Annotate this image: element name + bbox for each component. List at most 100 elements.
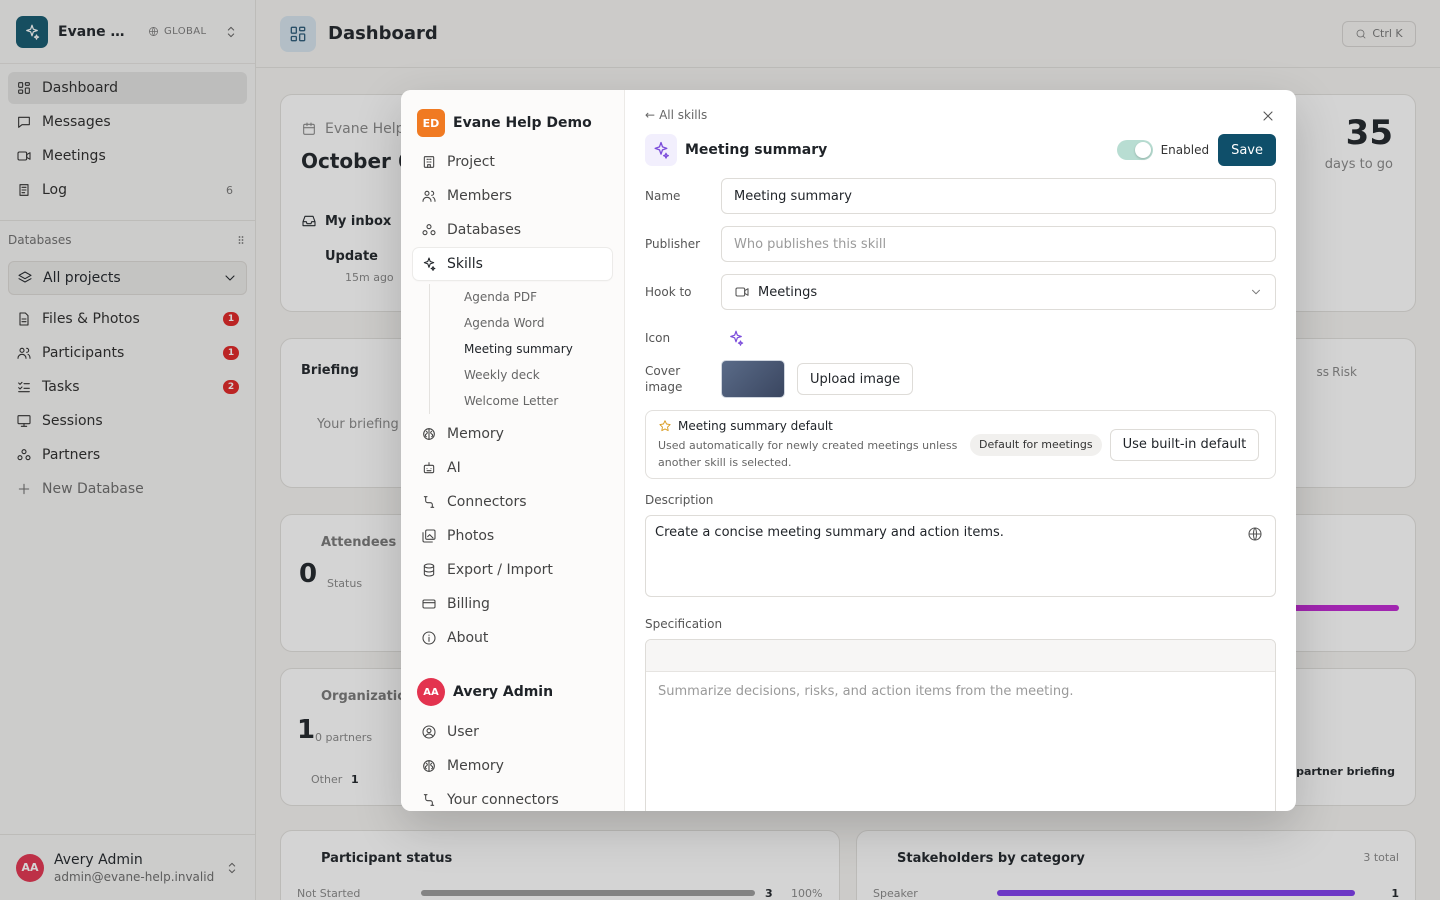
workspace-avatar: ED — [417, 109, 445, 137]
skill-item-weekly-deck[interactable]: Weekly deck — [464, 362, 612, 388]
settings-modal: ED Evane Help Demo Project Members Datab… — [401, 90, 1296, 811]
connector-icon — [423, 496, 435, 508]
use-builtin-default-button[interactable]: Use built-in default — [1109, 428, 1260, 461]
card-icon — [422, 599, 436, 609]
sparkles-icon[interactable] — [727, 329, 745, 347]
toggle-knob — [1134, 142, 1151, 158]
settings-item-memory[interactable]: Memory — [413, 418, 612, 450]
settings-item-label: User — [447, 724, 479, 740]
settings-item-export-import[interactable]: Export / Import — [413, 554, 612, 586]
publisher-row: Publisher — [645, 226, 1276, 262]
settings-user-name: Avery Admin — [453, 684, 554, 700]
default-info: Meeting summary default Used automatical… — [658, 419, 958, 471]
skill-item-meeting-summary[interactable]: Meeting summary — [464, 336, 612, 362]
globe-icon[interactable] — [1247, 526, 1263, 542]
databases-icon — [422, 224, 436, 236]
upload-image-button[interactable]: Upload image — [797, 363, 914, 395]
settings-item-label: Memory — [447, 758, 504, 774]
publisher-label: Publisher — [645, 237, 701, 251]
description-value: Create a concise meeting summary and act… — [655, 525, 1004, 540]
icon-row: Icon — [645, 322, 1276, 354]
skill-icon — [645, 134, 677, 166]
chevron-down-icon — [1252, 289, 1260, 295]
sparkles-icon — [423, 257, 436, 271]
settings-workspace-name: Evane Help Demo — [453, 115, 592, 131]
name-field-wrapper — [721, 178, 1276, 214]
settings-item-photos[interactable]: Photos — [413, 520, 612, 552]
settings-item-skills[interactable]: Skills — [413, 248, 612, 280]
skill-editor: ← All skills Meeting summary Enabled Sav… — [625, 90, 1296, 811]
skills-list: Agenda PDF Agenda Word Meeting summary W… — [429, 284, 612, 414]
settings-item-user[interactable]: User — [413, 716, 612, 748]
hook-value: Meetings — [758, 284, 818, 300]
specification-label: Specification — [645, 617, 723, 631]
default-title: Meeting summary default — [658, 419, 958, 433]
settings-item-label: Your connectors — [447, 792, 559, 808]
icon-label: Icon — [645, 331, 671, 345]
settings-item-user-memory[interactable]: Memory — [413, 750, 612, 782]
bot-icon — [423, 462, 435, 474]
database-icon — [423, 563, 435, 577]
specification-editor[interactable]: Summarize decisions, risks, and action i… — [645, 639, 1276, 811]
avatar: AA — [417, 678, 445, 706]
hook-row: Hook to Meetings — [645, 274, 1276, 310]
settings-item-label: Project — [447, 154, 495, 170]
sparkles-icon — [654, 141, 669, 159]
settings-item-label: About — [447, 630, 489, 646]
name-input[interactable] — [734, 188, 1263, 204]
settings-user: AA Avery Admin — [413, 676, 612, 708]
settings-item-your-connectors[interactable]: Your connectors — [413, 784, 612, 811]
skill-item-welcome-letter[interactable]: Welcome Letter — [464, 388, 612, 414]
default-title-text: Meeting summary default — [678, 418, 833, 433]
building-icon — [423, 156, 435, 168]
settings-item-ai[interactable]: AI — [413, 452, 612, 484]
settings-item-project[interactable]: Project — [413, 146, 612, 178]
settings-item-label: Billing — [447, 596, 490, 612]
close-icon[interactable] — [1260, 108, 1276, 124]
cover-label: Cover image — [645, 364, 683, 394]
skill-title: Meeting summary — [685, 142, 828, 158]
specification-placeholder: Summarize decisions, risks, and action i… — [658, 684, 1074, 699]
brain-icon — [423, 428, 435, 440]
users-icon — [422, 190, 436, 202]
skill-item-agenda-word[interactable]: Agenda Word — [464, 310, 612, 336]
save-button[interactable]: Save — [1218, 134, 1276, 166]
enabled-toggle[interactable] — [1116, 140, 1153, 160]
brain-icon — [423, 760, 435, 772]
settings-item-connectors[interactable]: Connectors — [413, 486, 612, 518]
default-chip: Default for meetings — [970, 433, 1102, 456]
default-skill-box: Meeting summary default Used automatical… — [645, 410, 1276, 479]
publisher-input[interactable] — [734, 236, 1263, 252]
skill-header: Meeting summary Enabled Save — [645, 134, 1276, 166]
settings-item-databases[interactable]: Databases — [413, 214, 612, 246]
back-label: All skills — [659, 108, 708, 122]
publisher-field-wrapper — [721, 226, 1276, 262]
specification-toolbar — [646, 640, 1275, 672]
description-label: Description — [645, 493, 714, 507]
skill-item-agenda-pdf[interactable]: Agenda PDF — [464, 284, 612, 310]
description-textarea[interactable]: Create a concise meeting summary and act… — [645, 515, 1276, 597]
name-label: Name — [645, 189, 681, 203]
hook-label: Hook to — [645, 285, 692, 299]
video-icon — [735, 287, 749, 297]
settings-item-billing[interactable]: Billing — [413, 588, 612, 620]
settings-item-label: Connectors — [447, 494, 527, 510]
settings-item-label: AI — [447, 460, 461, 476]
info-icon — [422, 631, 436, 645]
settings-item-members[interactable]: Members — [413, 180, 612, 212]
cover-image-preview[interactable] — [721, 360, 785, 398]
hook-select[interactable]: Meetings — [721, 274, 1276, 310]
name-row: Name — [645, 178, 1276, 214]
back-to-skills-link[interactable]: ← All skills — [645, 108, 1276, 122]
settings-item-label: Members — [447, 188, 512, 204]
settings-sidebar: ED Evane Help Demo Project Members Datab… — [401, 90, 625, 811]
settings-item-label: Databases — [447, 222, 522, 238]
photos-icon — [422, 529, 436, 543]
cover-row: Cover image Upload image — [645, 360, 1276, 398]
connector-icon — [423, 794, 435, 806]
settings-item-label: Skills — [447, 256, 483, 272]
enabled-label: Enabled — [1160, 143, 1210, 157]
settings-item-about[interactable]: About — [413, 622, 612, 654]
settings-workspace: ED Evane Help Demo — [413, 106, 612, 138]
settings-item-label: Photos — [447, 528, 495, 544]
